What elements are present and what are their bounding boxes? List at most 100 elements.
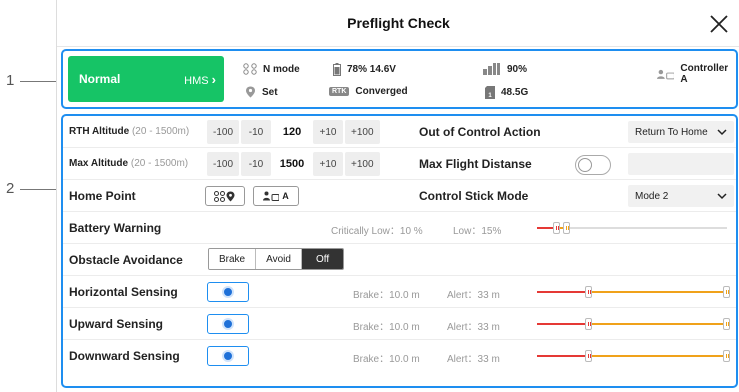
- row-home-point: Home Point A Control Stick Mode Mode 2: [63, 180, 736, 212]
- upward-sensing-label: Upward Sensing: [69, 317, 164, 331]
- max-altitude-stepper: -100 -10 1500 +10 +100: [207, 152, 380, 176]
- rth-plus10-button[interactable]: +10: [313, 120, 344, 144]
- battery-value: 78% 14.6V: [347, 64, 396, 75]
- control-stick-dropdown[interactable]: Mode 2: [628, 185, 734, 207]
- close-icon[interactable]: [708, 13, 730, 35]
- downward-sensing-label: Downward Sensing: [69, 349, 180, 363]
- downward-sensing-slider[interactable]: [537, 350, 730, 362]
- controller-icon: [657, 69, 675, 79]
- hms-status-button[interactable]: Normal HMS ›: [68, 56, 224, 102]
- brake-handle[interactable]: [585, 318, 592, 330]
- radar-icon: [222, 318, 234, 330]
- control-stick-label: Control Stick Mode: [419, 189, 529, 203]
- signal-value: 90%: [507, 63, 528, 75]
- radar-icon: [222, 350, 234, 362]
- obstacle-avoidance-segmented: Brake Avoid Off: [208, 248, 345, 270]
- rtk-status: RTK Converged: [329, 86, 408, 97]
- row-rth-altitude: RTH Altitude (20 - 1500m) -100 -10 120 +…: [63, 116, 736, 148]
- drone-icon: [243, 63, 257, 75]
- rth-minus10-button[interactable]: -10: [241, 120, 272, 144]
- row-battery-warning: Battery Warning Critically Low：10 % Low：…: [63, 212, 736, 244]
- brake-segment: [537, 355, 589, 357]
- header: Preflight Check: [57, 0, 739, 47]
- controller-status: Controller A: [657, 63, 736, 85]
- brake-segment: [537, 291, 589, 293]
- storage-status: 1 48.5G: [485, 86, 528, 99]
- rtk-value: Converged: [355, 86, 408, 97]
- sd-card-icon: 1: [485, 86, 495, 99]
- obstacle-off-option[interactable]: Off: [301, 249, 344, 269]
- horizontal-brake-text: Brake：10.0 m: [353, 290, 420, 301]
- flight-mode-value: N mode: [263, 63, 300, 75]
- alert-handle[interactable]: [723, 286, 730, 298]
- settings-box: RTH Altitude (20 - 1500m) -100 -10 120 +…: [61, 114, 738, 388]
- critical-handle[interactable]: [553, 222, 560, 234]
- rth-minus100-button[interactable]: -100: [207, 120, 240, 144]
- status-label: Normal: [79, 72, 121, 86]
- battery-warning-slider[interactable]: [537, 222, 727, 234]
- upward-sensing-slider[interactable]: [537, 318, 730, 330]
- preflight-panel: Preflight Check Normal HMS › N mode Set …: [56, 0, 739, 392]
- callout-2: 2: [6, 180, 15, 197]
- controller-icon: [263, 191, 280, 201]
- row-obstacle-avoidance: Obstacle Avoidance Brake Avoid Off: [63, 244, 736, 276]
- horizontal-sensing-label: Horizontal Sensing: [69, 285, 178, 299]
- chevron-down-icon: [717, 192, 727, 199]
- row-downward-sensing: Downward Sensing Brake：10.0 m Alert：33 m: [63, 340, 736, 386]
- home-point-controller-button[interactable]: A: [253, 186, 299, 206]
- out-of-control-label: Out of Control Action: [419, 125, 541, 139]
- obstacle-brake-option[interactable]: Brake: [209, 249, 257, 269]
- home-status: Set: [245, 86, 278, 98]
- rth-altitude-label: RTH Altitude (20 - 1500m): [69, 126, 189, 137]
- page-title: Preflight Check: [347, 15, 450, 31]
- toggle-knob: [578, 158, 592, 172]
- battery-icon: [333, 63, 341, 76]
- rth-altitude-range: (20 - 1500m): [131, 126, 190, 137]
- max-flight-distance-label: Max Flight Distanse: [419, 157, 532, 171]
- brake-segment: [537, 323, 589, 325]
- max-minus10-button[interactable]: -10: [241, 152, 272, 176]
- home-value: Set: [262, 86, 278, 98]
- obstacle-avoid-option[interactable]: Avoid: [256, 249, 302, 269]
- low-handle[interactable]: [562, 222, 570, 234]
- downward-brake-text: Brake：10.0 m: [353, 354, 420, 365]
- max-flight-distance-toggle[interactable]: [575, 155, 611, 175]
- max-plus100-button[interactable]: +100: [345, 152, 380, 176]
- max-plus10-button[interactable]: +10: [313, 152, 344, 176]
- max-altitude-range: (20 - 1500m): [130, 158, 189, 169]
- out-of-control-value: Return To Home: [635, 126, 708, 138]
- home-point-label: Home Point: [69, 189, 136, 203]
- signal-status: 90%: [483, 63, 527, 75]
- out-of-control-dropdown[interactable]: Return To Home: [628, 121, 734, 143]
- hms-label: HMS: [184, 75, 209, 87]
- rth-altitude-title: RTH Altitude: [69, 126, 130, 137]
- brake-handle[interactable]: [585, 350, 592, 362]
- home-pin-icon: [246, 86, 255, 98]
- max-minus100-button[interactable]: -100: [207, 152, 240, 176]
- alert-segment: [589, 291, 727, 293]
- alert-handle[interactable]: [723, 350, 730, 362]
- control-stick-value: Mode 2: [635, 190, 669, 202]
- rtk-badge: RTK: [329, 87, 350, 96]
- horizontal-sensing-button[interactable]: [207, 282, 249, 302]
- downward-alert-text: Alert：33 m: [447, 354, 500, 365]
- rth-altitude-value[interactable]: 120: [273, 120, 312, 144]
- max-altitude-value[interactable]: 1500: [273, 152, 312, 176]
- downward-sensing-button[interactable]: [207, 346, 249, 366]
- chevron-down-icon: [717, 128, 727, 135]
- rth-altitude-stepper: -100 -10 120 +10 +100: [207, 120, 380, 144]
- row-upward-sensing: Upward Sensing Brake：10.0 m Alert：33 m: [63, 308, 736, 340]
- alert-handle[interactable]: [723, 318, 730, 330]
- home-point-drone-button[interactable]: [205, 186, 245, 206]
- upward-alert-text: Alert：33 m: [447, 322, 500, 333]
- chevron-right-icon: ›: [211, 72, 216, 87]
- rth-plus100-button[interactable]: +100: [345, 120, 380, 144]
- horizontal-sensing-slider[interactable]: [537, 286, 730, 298]
- controller-a-label: A: [282, 191, 289, 201]
- horizontal-alert-text: Alert：33 m: [447, 290, 500, 301]
- status-bar: Normal HMS › N mode Set 78% 14.6V RTK Co…: [61, 49, 738, 109]
- max-flight-distance-input[interactable]: [628, 153, 734, 175]
- upward-sensing-button[interactable]: [207, 314, 249, 334]
- brake-handle[interactable]: [585, 286, 592, 298]
- callout-1: 1: [6, 72, 15, 89]
